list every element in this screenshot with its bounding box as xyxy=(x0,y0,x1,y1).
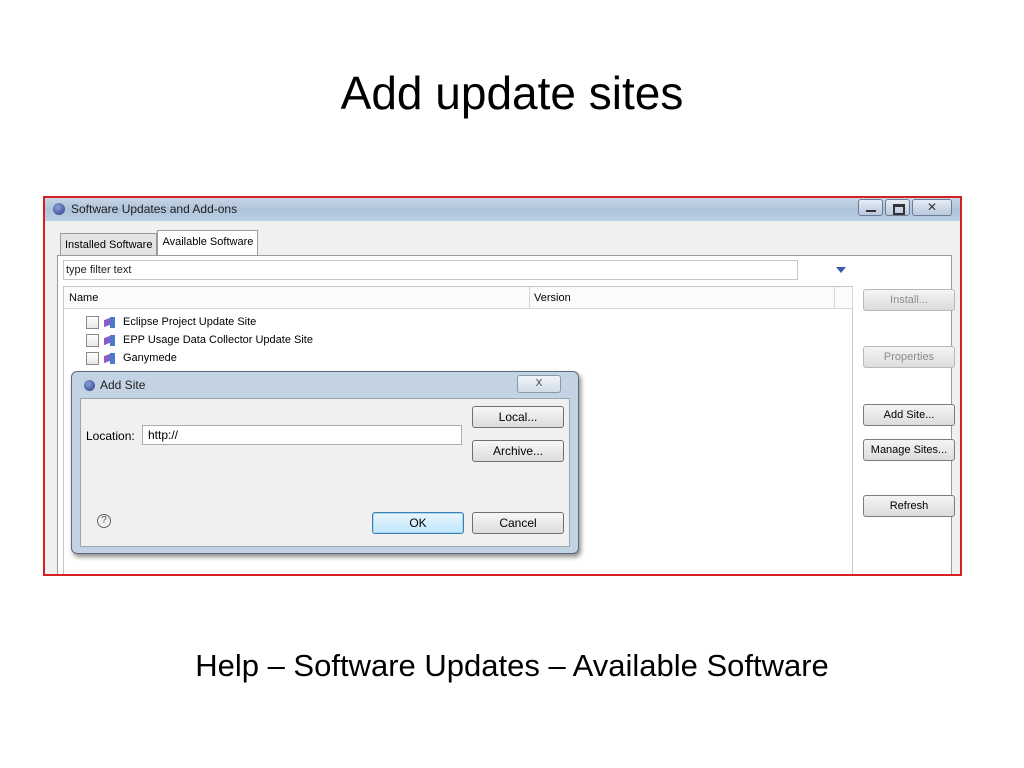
site-checkbox[interactable] xyxy=(86,351,99,365)
tab-bar: Installed Software Available Software xyxy=(60,230,259,257)
add-site-dialog: Add Site X Location: http:// Local... Ar… xyxy=(71,371,579,554)
tab-available-software[interactable]: Available Software xyxy=(157,230,259,257)
maximize-icon xyxy=(893,204,905,215)
minimize-icon xyxy=(866,210,876,212)
minimize-button[interactable] xyxy=(858,199,883,216)
site-checkbox[interactable] xyxy=(86,315,99,329)
close-button[interactable]: ✕ xyxy=(912,199,952,216)
cancel-button[interactable]: Cancel xyxy=(472,512,564,534)
slide-caption: Help – Software Updates – Available Soft… xyxy=(195,648,829,683)
eclipse-icon xyxy=(84,380,95,391)
install-button[interactable]: Install... xyxy=(863,289,955,311)
list-item[interactable]: Eclipse Project Update Site xyxy=(86,313,256,331)
column-header-spacer xyxy=(835,287,853,309)
properties-button[interactable]: Properties xyxy=(863,346,955,368)
slide-title: Add update sites xyxy=(340,67,684,119)
site-label: Ganymede xyxy=(123,352,177,364)
dialog-close-button[interactable]: X xyxy=(517,375,561,393)
chevron-down-icon[interactable] xyxy=(836,267,846,273)
site-label: EPP Usage Data Collector Update Site xyxy=(123,334,313,346)
help-icon[interactable]: ? xyxy=(97,514,111,528)
dialog-title: Add Site xyxy=(100,378,146,392)
eclipse-icon xyxy=(53,203,65,215)
window-title: Software Updates and Add-ons xyxy=(71,202,238,216)
column-header-version[interactable]: Version xyxy=(530,287,835,309)
local-button[interactable]: Local... xyxy=(472,406,564,428)
update-site-icon xyxy=(104,334,117,347)
location-input[interactable]: http:// xyxy=(142,425,462,445)
close-icon: ✕ xyxy=(926,200,938,214)
location-label: Location: xyxy=(86,429,135,443)
list-item[interactable]: Ganymede xyxy=(86,349,177,367)
manage-sites-button[interactable]: Manage Sites... xyxy=(863,439,955,461)
archive-button[interactable]: Archive... xyxy=(472,440,564,462)
column-header-name[interactable]: Name xyxy=(64,287,530,309)
ok-button[interactable]: OK xyxy=(372,512,464,534)
dialog-body: Location: http:// Local... Archive... ? … xyxy=(80,398,570,547)
add-site-button[interactable]: Add Site... xyxy=(863,404,955,426)
software-updates-window: Software Updates and Add-ons ✕ Installed… xyxy=(43,196,962,576)
site-checkbox[interactable] xyxy=(86,333,99,347)
window-titlebar[interactable]: Software Updates and Add-ons ✕ xyxy=(45,198,960,221)
maximize-button[interactable] xyxy=(885,199,910,216)
list-item[interactable]: EPP Usage Data Collector Update Site xyxy=(86,331,313,349)
filter-input[interactable]: type filter text xyxy=(63,260,798,280)
update-site-icon xyxy=(104,316,117,329)
update-site-icon xyxy=(104,352,117,365)
tab-installed-software[interactable]: Installed Software xyxy=(60,233,158,257)
refresh-button[interactable]: Refresh xyxy=(863,495,955,517)
site-label: Eclipse Project Update Site xyxy=(123,316,257,328)
window-controls: ✕ xyxy=(856,199,952,216)
